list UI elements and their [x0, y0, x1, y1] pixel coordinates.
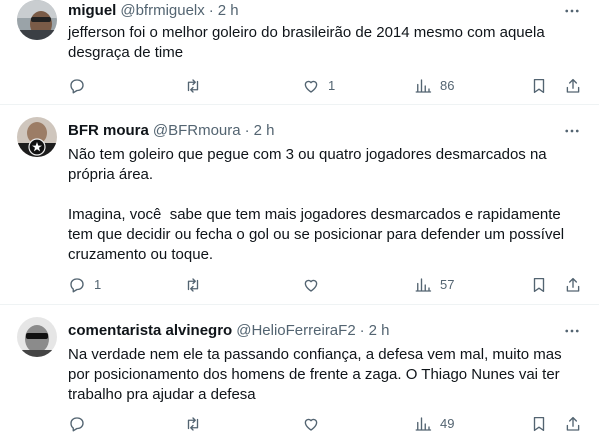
retweet-icon	[187, 417, 199, 431]
view-count: 57	[440, 277, 455, 292]
more-icon	[565, 9, 579, 13]
timestamp[interactable]: 2 h	[254, 121, 275, 141]
reply-button[interactable]	[68, 414, 94, 434]
separator-dot: ·	[244, 122, 250, 139]
tweet-actions: 1 86	[68, 76, 589, 96]
share-icon	[566, 78, 580, 93]
author-name[interactable]: miguel	[68, 1, 116, 21]
tweet[interactable]: comentarista alvinegro @HelioFerreiraF2 …	[0, 305, 599, 436]
bookmark-icon	[533, 277, 545, 293]
avatar[interactable]	[17, 317, 57, 357]
heart-icon	[304, 418, 318, 431]
tweet[interactable]: miguel @bfrmiguelx · 2 h jefferson foi o…	[0, 0, 599, 105]
timestamp[interactable]: 2 h	[369, 321, 390, 341]
more-icon	[565, 129, 579, 133]
avatar[interactable]	[17, 117, 57, 157]
share-button[interactable]	[564, 76, 582, 96]
share-button[interactable]	[564, 275, 582, 295]
author-name[interactable]: comentarista alvinegro	[68, 321, 232, 341]
share-icon	[566, 416, 580, 431]
avatar-image	[17, 117, 57, 157]
more-icon	[565, 329, 579, 333]
tweet-text: jefferson foi o melhor goleiro do brasil…	[68, 24, 545, 61]
more-options-button[interactable]	[562, 1, 582, 21]
reply-count: 1	[94, 277, 102, 292]
bookmark-button[interactable]	[530, 275, 548, 295]
share-button[interactable]	[564, 414, 582, 434]
separator-dot: ·	[359, 322, 365, 339]
more-options-button[interactable]	[562, 321, 582, 341]
like-button[interactable]: 1	[302, 76, 335, 96]
heart-icon	[304, 80, 318, 93]
like-button[interactable]	[302, 414, 328, 434]
retweet-button[interactable]	[184, 414, 210, 434]
author-name[interactable]: BFR moura	[68, 121, 149, 141]
author-handle[interactable]: @HelioFerreiraF2	[236, 321, 355, 341]
like-count: 1	[328, 78, 336, 93]
tweet-actions: 49	[68, 414, 589, 434]
like-button[interactable]	[302, 275, 328, 295]
tweet-text: Não tem goleiro que pegue com 3 ou quatr…	[68, 146, 565, 263]
tweet-actions: 1 57	[68, 275, 589, 295]
view-count: 86	[440, 78, 455, 93]
more-options-button[interactable]	[562, 121, 582, 141]
timestamp[interactable]: 2 h	[218, 1, 239, 21]
views-icon	[415, 278, 432, 292]
avatar-image	[17, 0, 57, 40]
views-button[interactable]: 86	[414, 76, 454, 96]
avatar-image	[17, 317, 57, 357]
reply-button[interactable]	[68, 76, 94, 96]
avatar[interactable]	[17, 0, 57, 40]
bookmark-icon	[533, 416, 545, 432]
bookmark-button[interactable]	[530, 76, 548, 96]
views-button[interactable]: 49	[414, 414, 454, 434]
separator-dot: ·	[208, 2, 214, 19]
retweet-button[interactable]	[184, 275, 210, 295]
reply-icon	[70, 79, 84, 94]
view-count: 49	[440, 416, 455, 431]
author-handle[interactable]: @bfrmiguelx	[120, 1, 204, 21]
reply-feed: miguel @bfrmiguelx · 2 h jefferson foi o…	[0, 0, 599, 436]
bookmark-button[interactable]	[530, 414, 548, 434]
views-button[interactable]: 57	[414, 275, 454, 295]
bookmark-icon	[533, 78, 545, 94]
reply-icon	[70, 278, 84, 293]
tweet[interactable]: BFR moura @BFRmoura · 2 h Não tem goleir…	[0, 105, 599, 305]
heart-icon	[304, 279, 318, 292]
retweet-icon	[187, 278, 199, 292]
views-icon	[415, 79, 432, 93]
retweet-button[interactable]	[184, 76, 210, 96]
reply-button[interactable]: 1	[68, 275, 101, 295]
author-handle[interactable]: @BFRmoura	[153, 121, 241, 141]
tweet-text: Na verdade nem ele ta passando confiança…	[68, 346, 562, 403]
reply-icon	[70, 417, 84, 432]
share-icon	[566, 277, 580, 292]
views-icon	[415, 417, 432, 431]
retweet-icon	[187, 79, 199, 93]
